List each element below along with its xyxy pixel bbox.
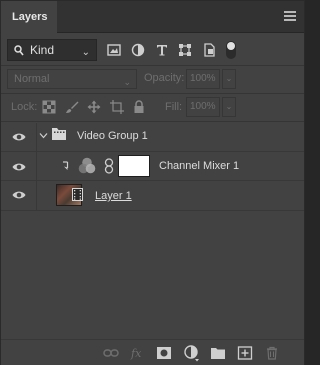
layers-list: Video Group 1 Channel Mixer 1 Layer 1 (1, 123, 304, 339)
panel-tab-bar: Layers (1, 1, 304, 33)
visibility-toggle[interactable] (1, 152, 37, 180)
lock-label: Lock: (11, 101, 38, 113)
chevron-down-icon[interactable] (39, 131, 48, 140)
eye-icon (12, 133, 26, 141)
shape-layer-filter-icon[interactable] (178, 43, 192, 57)
fx-icon[interactable]: fx (130, 346, 146, 360)
blend-mode-value: Normal (14, 73, 50, 85)
visibility-toggle[interactable] (1, 181, 37, 210)
video-layer-badge-icon (72, 188, 83, 201)
lock-transparent-pixels-icon[interactable] (42, 100, 56, 114)
fill-slider-chevron-icon[interactable]: ⌄ (222, 97, 236, 117)
lock-position-icon[interactable] (87, 100, 101, 114)
layer-row-channel-mixer[interactable]: Channel Mixer 1 (1, 152, 304, 181)
layer-mask-thumbnail[interactable] (118, 155, 150, 177)
channel-mixer-adjustment-icon (78, 157, 96, 174)
visibility-toggle[interactable] (1, 123, 37, 151)
svg-text:fx: fx (130, 347, 142, 360)
panel-menu-icon[interactable] (284, 11, 296, 21)
divider (1, 65, 304, 66)
filter-kind-label: Kind (30, 43, 55, 57)
layers-panel: Layers Kind ⌄ Normal ⌄ Opacity: 100% ⌄ L… (0, 0, 305, 365)
layers-bottom-toolbar: fx (1, 339, 304, 365)
divider (1, 93, 304, 94)
add-mask-icon[interactable] (156, 346, 172, 360)
lock-image-pixels-icon[interactable] (65, 100, 79, 114)
adjustment-layer-filter-icon[interactable] (131, 43, 145, 57)
search-icon (14, 45, 24, 56)
eye-icon (12, 191, 26, 199)
filter-toggle-icon[interactable] (226, 41, 236, 59)
layers-tab[interactable]: Layers (1, 1, 57, 33)
new-layer-icon[interactable] (237, 346, 253, 360)
filter-kind-select[interactable]: Kind ⌄ (7, 39, 97, 61)
layer-row-video-group[interactable]: Video Group 1 (1, 123, 304, 152)
delete-layer-icon[interactable] (264, 346, 280, 360)
blend-mode-select[interactable]: Normal ⌄ (7, 69, 137, 89)
layer-row-layer-1[interactable]: Layer 1 (1, 181, 304, 211)
clipping-mask-arrow-icon (63, 161, 69, 170)
opacity-label: Opacity: (144, 72, 185, 84)
layer-name: Channel Mixer 1 (159, 160, 240, 172)
pixel-layer-filter-icon[interactable] (107, 43, 121, 57)
fill-label: Fill: (165, 101, 183, 113)
chevron-down-icon: ⌄ (123, 77, 131, 87)
blend-row: Normal ⌄ Opacity: 100% ⌄ (1, 69, 304, 89)
divider (1, 121, 304, 122)
lock-artboard-icon[interactable] (110, 100, 124, 114)
opacity-slider-chevron-icon[interactable]: ⌄ (222, 69, 236, 89)
link-icon[interactable] (104, 158, 114, 174)
opacity-input[interactable]: 100% (186, 69, 220, 89)
link-layers-icon[interactable] (103, 346, 119, 360)
smart-object-filter-icon[interactable] (202, 43, 216, 57)
filter-row: Kind ⌄ (1, 37, 304, 65)
chevron-down-icon: ⌄ (81, 47, 90, 58)
fill-input[interactable]: 100% (186, 97, 220, 117)
type-layer-filter-icon[interactable] (155, 43, 169, 57)
eye-icon (12, 163, 26, 171)
lock-all-icon[interactable] (132, 100, 146, 114)
video-group-icon (52, 128, 66, 140)
layer-name: Layer 1 (95, 190, 132, 202)
layer-name: Video Group 1 (77, 130, 148, 142)
new-adjustment-layer-icon[interactable] (183, 345, 201, 363)
lock-row: Lock: Fill: 100% ⌄ (1, 97, 304, 117)
new-group-icon[interactable] (210, 346, 226, 360)
